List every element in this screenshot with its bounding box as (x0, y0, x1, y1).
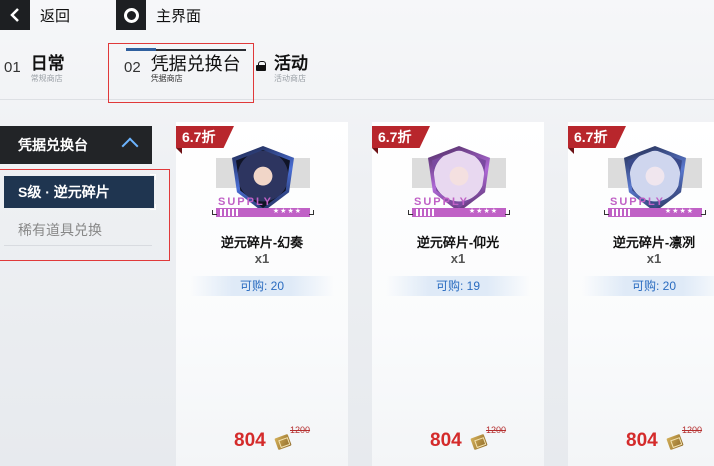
home-button[interactable]: 主界面 (116, 0, 201, 30)
price: 804 (430, 430, 462, 451)
discount-fold (372, 148, 378, 154)
price: 804 (626, 430, 658, 451)
rarity-bar: ★★★★ (216, 208, 310, 217)
rarity-stars: ★★★★ (468, 208, 498, 215)
purchase-limit: 可购: 19 (386, 276, 530, 296)
shop-item-card[interactable]: 6.7折 SUPPLY ★★★★ 逆元碎片-仰光 x1 可购: 19 804 1… (372, 122, 544, 466)
frame-corner (309, 210, 314, 215)
back-button[interactable]: 返回 (0, 0, 70, 30)
tab-subtitle: 常规商店 (30, 74, 63, 83)
tab-daily[interactable]: 01 日常 常规商店 (4, 54, 65, 84)
top-bar: 返回 主界面 (0, 0, 714, 30)
home-circle-icon (116, 0, 146, 30)
shop-item-card[interactable]: 6.7折 SUPPLY ★★★★ 逆元碎片-幻奏 x1 可购: 20 804 1… (176, 122, 348, 466)
frame-corner (212, 210, 217, 215)
discount-badge: 6.7折 (176, 126, 234, 148)
frame-corner (505, 210, 510, 215)
supply-label: SUPPLY (218, 196, 274, 208)
shop-item-card[interactable]: 6.7折 SUPPLY ★★★★ 逆元碎片-凛冽 x1 可购: 20 804 1… (568, 122, 714, 466)
voucher-icon (274, 433, 292, 451)
frame-corner (408, 210, 413, 215)
tab-title: 活动 (274, 54, 308, 73)
back-label: 返回 (40, 7, 71, 25)
discount-badge: 6.7折 (372, 126, 430, 148)
original-price: 1200 (290, 425, 311, 435)
rarity-bar: ★★★★ (412, 208, 506, 217)
supply-label: SUPPLY (610, 196, 666, 208)
highlight-box-sidebar (0, 169, 170, 261)
discount-badge: 6.7折 (568, 126, 626, 148)
original-price: 1200 (682, 425, 703, 435)
item-name: 逆元碎片-凛冽 (612, 235, 696, 250)
rarity-stars: ★★★★ (664, 208, 694, 215)
frame-corner (604, 210, 609, 215)
sidebar-category-header[interactable]: 凭据兑换台 (0, 126, 152, 164)
tab-title: 日常 (30, 54, 65, 73)
purchase-limit: 可购: 20 (582, 276, 714, 296)
item-name: 逆元碎片-仰光 (416, 235, 500, 250)
voucher-icon (666, 433, 684, 451)
original-price: 1200 (486, 425, 507, 435)
tab-event[interactable]: 活动 活动商店 (256, 54, 308, 84)
item-name: 逆元碎片-幻奏 (220, 235, 304, 250)
item-quantity: x1 (450, 251, 466, 266)
home-label: 主界面 (156, 7, 202, 25)
rarity-stars: ★★★★ (272, 208, 302, 215)
lock-icon (256, 61, 266, 71)
rarity-bar: ★★★★ (608, 208, 702, 217)
voucher-icon (470, 433, 488, 451)
item-quantity: x1 (254, 251, 270, 266)
tab-number: 01 (4, 59, 21, 76)
supply-label: SUPPLY (414, 196, 470, 208)
item-quantity: x1 (646, 251, 662, 266)
purchase-limit: 可购: 20 (190, 276, 334, 296)
discount-fold (176, 148, 182, 154)
highlight-box-tab (108, 43, 254, 103)
discount-fold (568, 148, 574, 154)
tab-subtitle: 活动商店 (274, 74, 306, 83)
chevron-left-icon (0, 0, 30, 30)
price: 804 (234, 430, 266, 451)
sidebar-header-label: 凭据兑换台 (18, 137, 88, 153)
chevron-up-icon (121, 137, 139, 155)
frame-corner (701, 210, 706, 215)
